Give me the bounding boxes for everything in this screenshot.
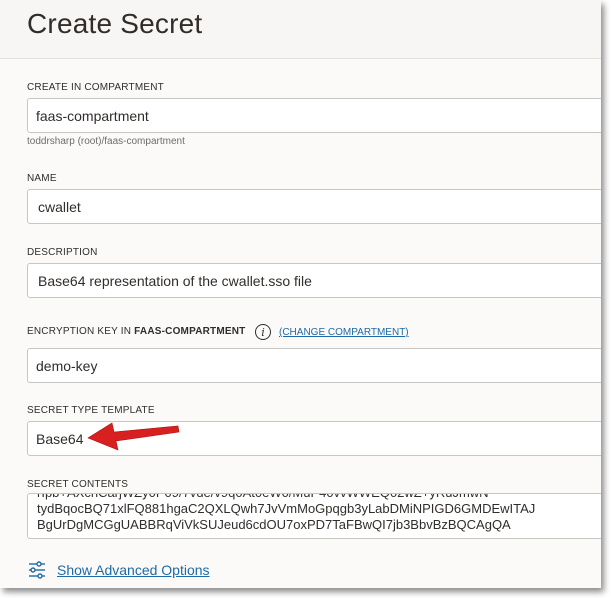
secret-contents-line: rIpb+AXchCarjWZy0P09/7vde/v9q0At0eW0/MuP… [37, 494, 535, 501]
name-label: NAME [27, 173, 57, 184]
secret-contents-lines: rIpb+AXchCarjWZy0P09/7vde/v9q0At0eW0/MuP… [37, 494, 536, 533]
encryption-label-prefix: ENCRYPTION KEY IN [27, 326, 135, 337]
secret-type-value: Base64 [36, 430, 84, 447]
annotation-arrow [87, 422, 180, 451]
compartment-value: faas-compartment [36, 107, 149, 124]
show-advanced-options-link[interactable]: Show Advanced Options [57, 562, 210, 578]
secret-contents-label: SECRET CONTENTS [27, 479, 129, 490]
compartment-select[interactable]: faas-compartment [27, 98, 601, 133]
description-field[interactable]: Base64 representation of the cwallet.sso… [27, 263, 601, 298]
secret-type-label: SECRET TYPE TEMPLATE [27, 405, 155, 416]
encryption-label-compartment: FAAS-COMPARTMENT [134, 326, 246, 337]
change-compartment-link[interactable]: (CHANGE COMPARTMENT) [279, 327, 409, 338]
info-icon[interactable]: i [255, 324, 271, 340]
sliders-icon[interactable] [28, 561, 46, 579]
description-label: DESCRIPTION [27, 247, 98, 258]
secret-contents-textarea[interactable]: rIpb+AXchCarjWZy0P09/7vde/v9q0At0eW0/MuP… [27, 493, 601, 539]
name-field[interactable]: cwallet [27, 189, 601, 224]
encryption-key-value: demo-key [36, 357, 98, 374]
compartment-label: CREATE IN COMPARTMENT [27, 82, 164, 93]
panel-header: Create Secret [0, 0, 601, 59]
secret-contents-line: tydBqocBQ71xlFQ881hgaC2QXLQwh7JvVmMoGpqg… [37, 501, 536, 516]
description-value: Base64 representation of the cwallet.sso… [38, 272, 312, 289]
encryption-key-select[interactable]: demo-key [27, 348, 601, 383]
compartment-path: toddrsharp (root)/faas-compartment [27, 136, 185, 147]
page-title: Create Secret [27, 8, 203, 39]
secret-contents-line: BgUrDgMCGgUABBRqViVkSUJeud6cdOU7oxPD7TaF… [37, 517, 511, 532]
name-value: cwallet [38, 198, 81, 215]
encryption-key-label: ENCRYPTION KEY IN FAAS-COMPARTMENT [27, 326, 246, 337]
create-secret-panel: Create Secret CREATE IN COMPARTMENT faas… [0, 0, 601, 588]
